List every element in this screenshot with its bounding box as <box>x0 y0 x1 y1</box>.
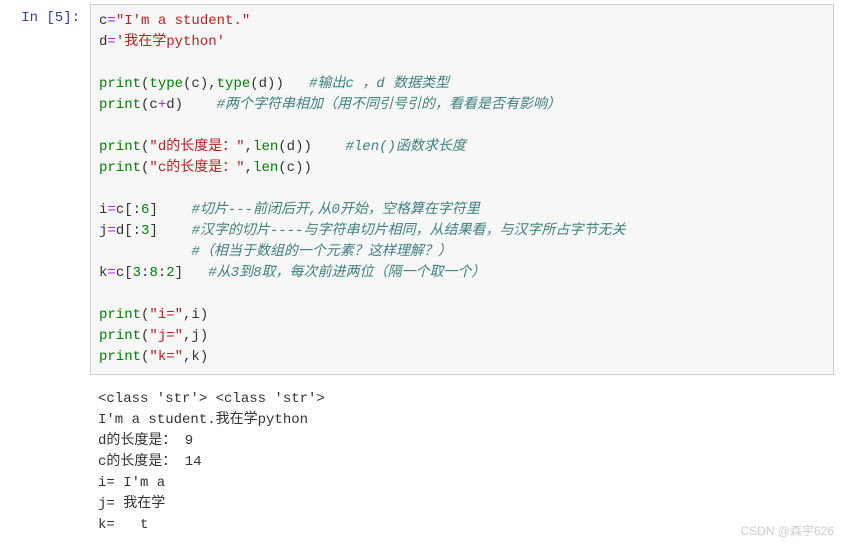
output-cell: <class 'str'> <class 'str'> I'm a studen… <box>90 383 834 542</box>
code-comment: #切片---前闭后开,从0开始，空格算在字符里 <box>191 202 479 218</box>
output-line: k= t <box>98 517 148 533</box>
code-token: "k=" <box>149 349 183 365</box>
code-token: '我在学python' <box>116 34 225 50</box>
output-prompt-area <box>0 383 90 542</box>
code-token: print <box>99 307 141 323</box>
output-cell-container: <class 'str'> <class 'str'> I'm a studen… <box>0 379 844 546</box>
output-line: j= 我在学 <box>98 496 165 512</box>
code-token: : <box>158 265 166 281</box>
code-token: ] <box>175 265 209 281</box>
code-token: print <box>99 328 141 344</box>
code-token: print <box>99 76 141 92</box>
output-line: <class 'str'> <class 'str'> <box>98 391 325 407</box>
output-line: I'm a student.我在学python <box>98 412 308 428</box>
code-token: ,k) <box>183 349 208 365</box>
code-token: ,i) <box>183 307 208 323</box>
code-comment: #两个字符串相加（用不同引号引的，看看是否有影响） <box>217 97 561 113</box>
code-token: = <box>107 13 115 29</box>
prompt-label: In [5]: <box>21 10 80 26</box>
code-token: d) <box>166 97 216 113</box>
code-token: (c), <box>183 76 217 92</box>
code-token: ] <box>149 223 191 239</box>
code-token: , <box>245 139 253 155</box>
code-token: , <box>245 160 253 176</box>
code-token: (c)) <box>278 160 312 176</box>
code-token: ,j) <box>183 328 208 344</box>
code-token: 8 <box>149 265 157 281</box>
output-line: c的长度是： 14 <box>98 454 202 470</box>
code-token: "I'm a student." <box>116 13 250 29</box>
code-token: len <box>253 139 278 155</box>
code-token: type <box>217 76 251 92</box>
code-token: c[ <box>116 265 133 281</box>
code-token: = <box>107 223 115 239</box>
code-token: d[: <box>116 223 141 239</box>
code-token <box>99 244 191 260</box>
watermark: CSDN @森宇626 <box>740 522 834 539</box>
output-line: i= I'm a <box>98 475 174 491</box>
code-comment: #（相当于数组的一个元素？这样理解？） <box>191 244 451 260</box>
code-token: print <box>99 139 141 155</box>
code-token: print <box>99 349 141 365</box>
code-token: "c的长度是：" <box>149 160 244 176</box>
code-comment: #从3到8取，每次前进两位（隔一个取一个） <box>208 265 485 281</box>
code-token: = <box>107 34 115 50</box>
code-token: + <box>158 97 166 113</box>
code-token: (d)) <box>250 76 309 92</box>
code-comment: #汉字的切片----与字符串切片相同，从结果看，与汉字所占字节无关 <box>191 223 625 239</box>
code-token: ] <box>149 202 191 218</box>
code-token: len <box>253 160 278 176</box>
input-cell-container: In [5]: c="I'm a student." d='我在学python'… <box>0 0 844 379</box>
code-token: c[: <box>116 202 141 218</box>
code-token: 3 <box>133 265 141 281</box>
code-cell[interactable]: c="I'm a student." d='我在学python' print(t… <box>90 4 834 375</box>
code-comment: #len()函数求长度 <box>345 139 465 155</box>
code-token: = <box>107 265 115 281</box>
code-token: type <box>149 76 183 92</box>
output-line: d的长度是： 9 <box>98 433 193 449</box>
code-token: "i=" <box>149 307 183 323</box>
code-token: 2 <box>166 265 174 281</box>
prompt-area: In [5]: <box>0 4 90 375</box>
code-token: (c <box>141 97 158 113</box>
code-token: print <box>99 160 141 176</box>
code-token: print <box>99 97 141 113</box>
code-token: = <box>107 202 115 218</box>
code-token: (d)) <box>278 139 345 155</box>
code-comment: #输出c ，d 数据类型 <box>309 76 449 92</box>
code-token: "d的长度是：" <box>149 139 244 155</box>
code-token: "j=" <box>149 328 183 344</box>
